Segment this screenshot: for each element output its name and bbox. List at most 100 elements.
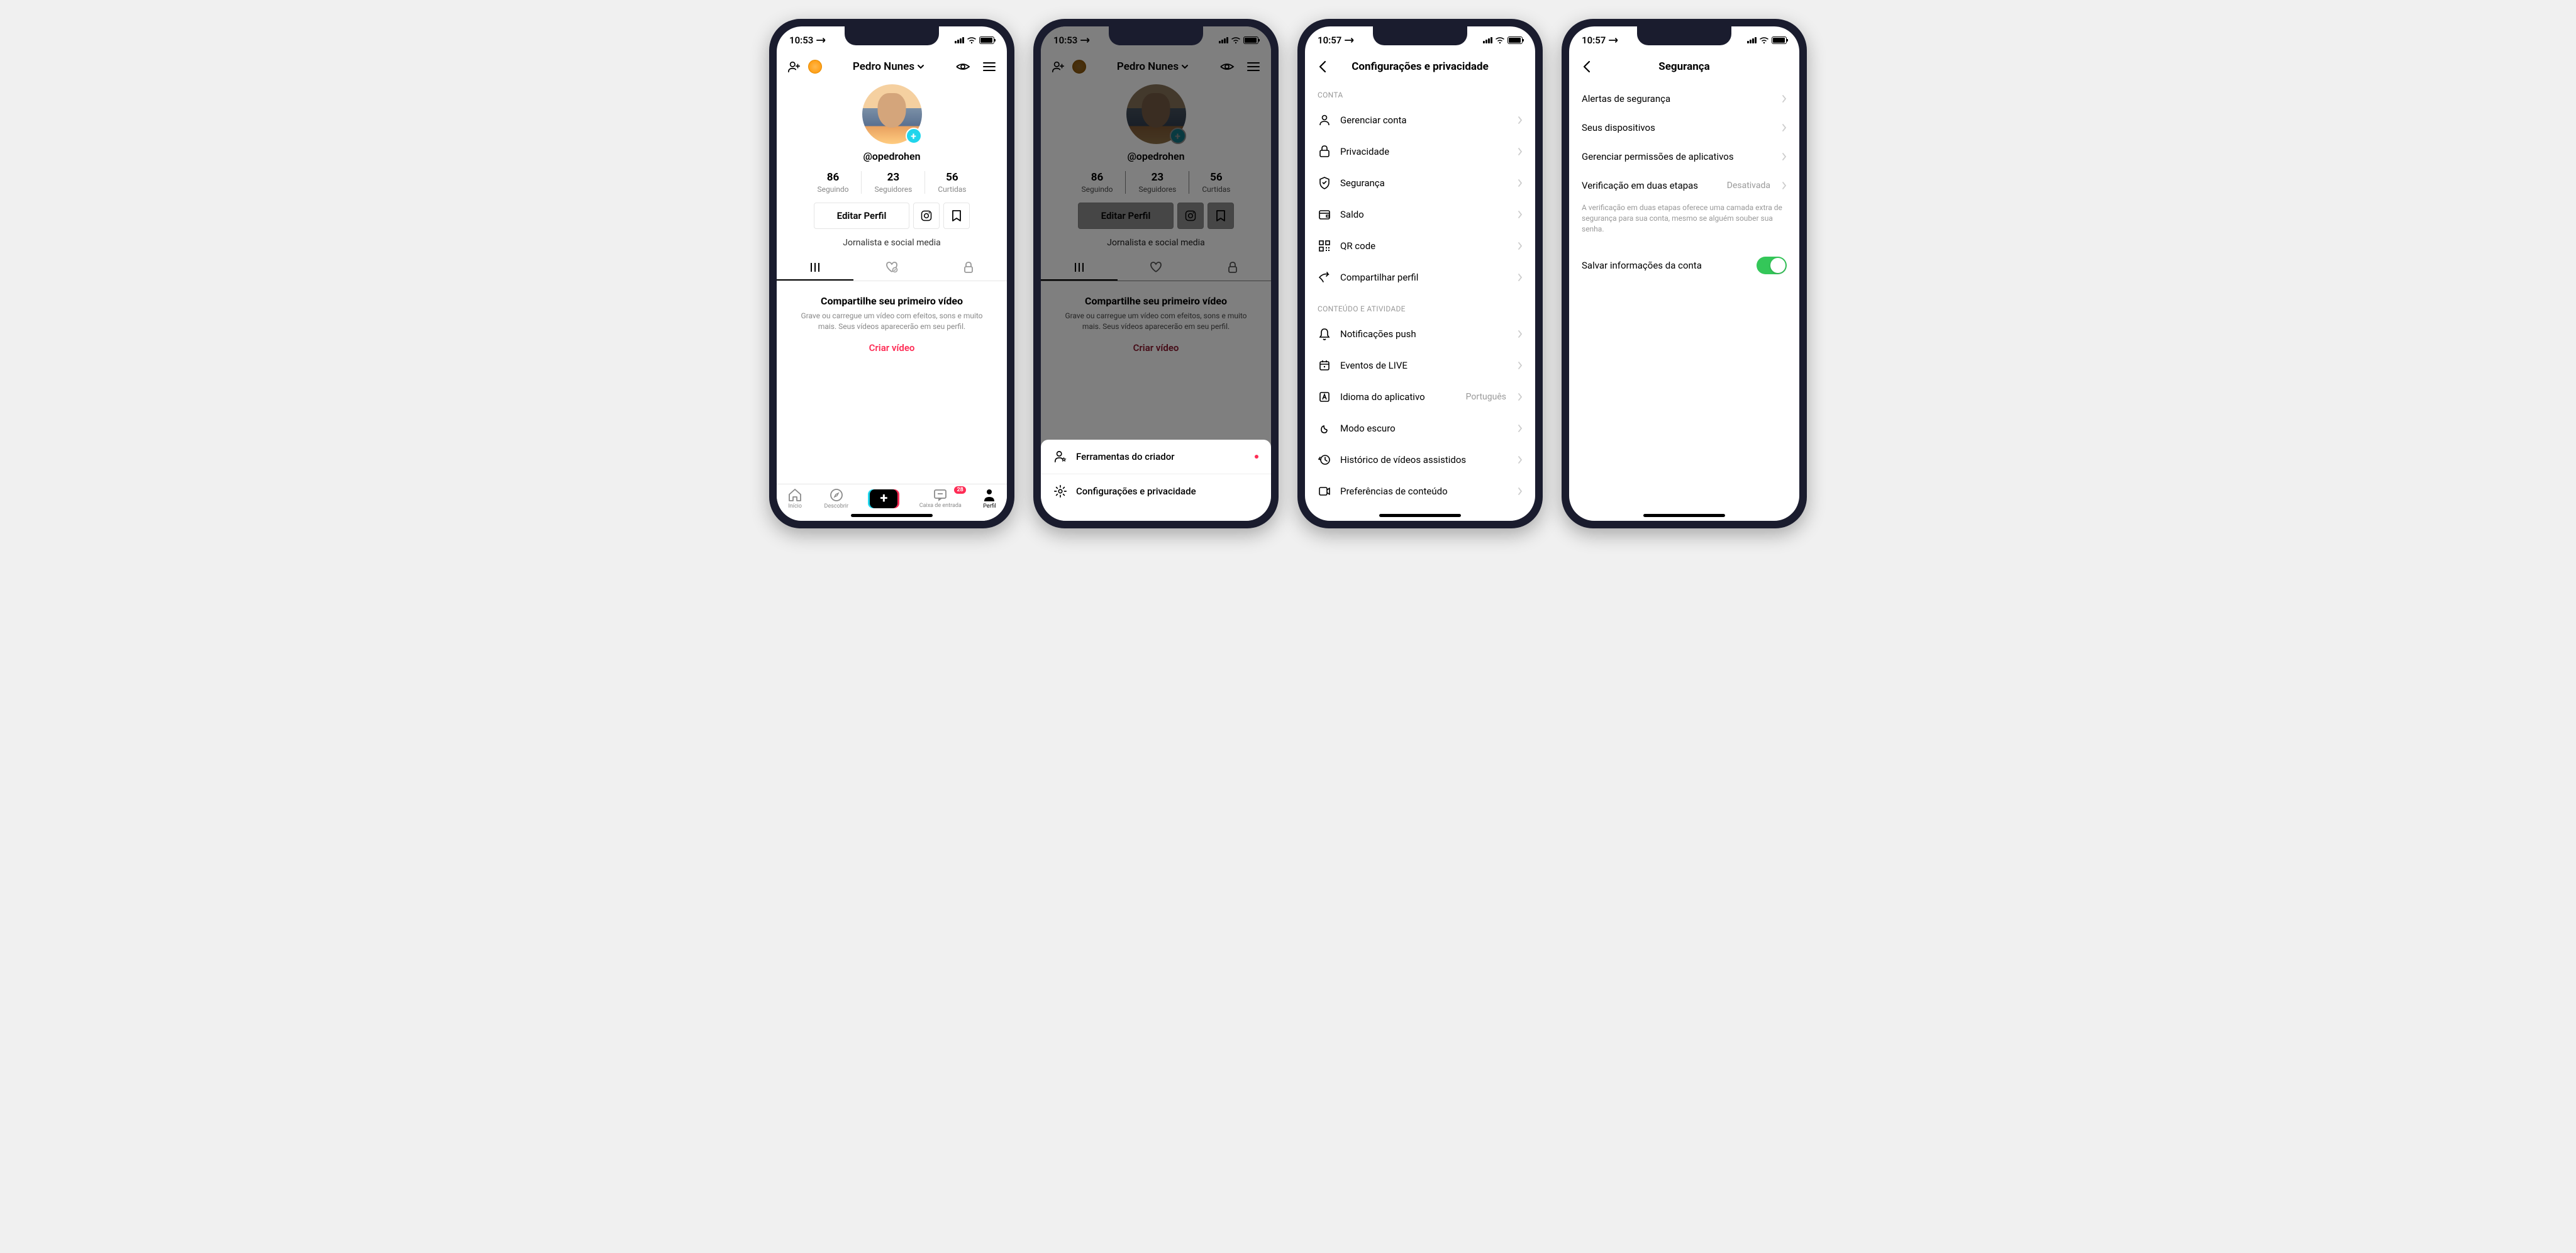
profile-header: Pedro Nunes (777, 54, 1007, 79)
notch (1637, 26, 1731, 45)
gear-icon (1053, 484, 1067, 498)
chevron-right-icon (1518, 273, 1523, 282)
chevron-right-icon (1518, 330, 1523, 338)
settings-list[interactable]: CONTA Gerenciar conta Privacidade Segura… (1305, 79, 1535, 521)
wallet-icon (1318, 208, 1331, 221)
security-list[interactable]: Alertas de segurança Seus dispositivos G… (1569, 79, 1799, 521)
nav-create[interactable]: + (870, 489, 897, 508)
nav-profile[interactable]: Perfil (983, 488, 996, 510)
inbox-badge: 28 (953, 486, 966, 494)
wifi-icon (967, 36, 977, 44)
item-qrcode[interactable]: QR code (1305, 230, 1535, 262)
tab-grid[interactable] (777, 255, 853, 281)
item-live[interactable]: Eventos de LIVE (1305, 350, 1535, 381)
avatar-plus-icon[interactable]: + (906, 128, 922, 144)
chevron-right-icon (1782, 152, 1787, 161)
item-language[interactable]: Idioma do aplicativo Português (1305, 381, 1535, 413)
stats-row: 86Seguindo 23Seguidores 56Curtidas (777, 171, 1007, 194)
item-save-info[interactable]: Salvar informações da conta (1569, 248, 1799, 283)
bookmark-button[interactable] (943, 203, 970, 229)
nav-discover[interactable]: Descobrir (824, 488, 849, 510)
share-icon (1318, 270, 1331, 284)
person-star-icon (1053, 450, 1067, 464)
notch (845, 26, 939, 45)
sheet-creator-tools[interactable]: Ferramentas do criador (1041, 440, 1271, 474)
chevron-right-icon (1782, 94, 1787, 103)
location-icon (1344, 35, 1355, 46)
save-info-toggle[interactable] (1757, 257, 1787, 274)
coin-icon[interactable] (808, 60, 822, 74)
bio-text: Jornalista e social media (777, 238, 1007, 248)
create-button[interactable]: + (870, 489, 897, 508)
item-privacy[interactable]: Privacidade (1305, 136, 1535, 167)
item-push[interactable]: Notificações push (1305, 318, 1535, 350)
status-time: 10:57 (1582, 35, 1606, 46)
edit-profile-button[interactable]: Editar Perfil (814, 203, 910, 229)
eye-icon[interactable] (955, 59, 970, 74)
instagram-button[interactable] (913, 203, 940, 229)
bottom-sheet: Ferramentas do criador Configurações e p… (1041, 440, 1271, 521)
item-manage-account[interactable]: Gerenciar conta (1305, 104, 1535, 136)
item-watch-history[interactable]: Histórico de vídeos assistidos (1305, 444, 1535, 476)
back-button[interactable] (1579, 59, 1594, 74)
item-content-prefs[interactable]: Preferências de conteúdo (1305, 476, 1535, 507)
person-icon (1318, 113, 1331, 127)
sheet-settings[interactable]: Configurações e privacidade (1041, 474, 1271, 508)
stat-likes[interactable]: 56Curtidas (925, 171, 979, 194)
wifi-icon (1495, 36, 1505, 44)
chevron-right-icon (1518, 393, 1523, 401)
signal-icon (1483, 37, 1492, 43)
nav-home[interactable]: Início (787, 488, 802, 510)
status-time: 10:57 (1318, 35, 1341, 46)
notch (1109, 26, 1203, 45)
stat-followers[interactable]: 23Seguidores (862, 171, 925, 194)
two-step-description: A verificação em duas etapas oferece uma… (1569, 200, 1799, 240)
item-two-step[interactable]: Verificação em duas etapas Desativada (1569, 171, 1799, 200)
chevron-right-icon (1518, 147, 1523, 156)
nav-inbox[interactable]: 28 Caixa de entrada (919, 489, 962, 509)
profile-name-dropdown[interactable]: Pedro Nunes (853, 60, 924, 73)
add-friend-button[interactable] (787, 59, 802, 74)
item-security[interactable]: Segurança (1305, 167, 1535, 199)
notification-dot (1255, 455, 1258, 459)
item-app-permissions[interactable]: Gerenciar permissões de aplicativos (1569, 142, 1799, 171)
profile-body: + @opedrohen 86Seguindo 23Seguidores 56C… (777, 79, 1007, 484)
item-share-profile[interactable]: Compartilhar perfil (1305, 262, 1535, 293)
home-indicator[interactable] (1379, 514, 1461, 517)
two-step-value: Desativada (1727, 181, 1770, 191)
username: @opedrohen (777, 150, 1007, 162)
phone-1: 10:53 Pedro Nunes (769, 19, 1014, 528)
chevron-right-icon (1518, 242, 1523, 250)
bell-icon (1318, 327, 1331, 341)
item-security-alerts[interactable]: Alertas de segurança (1569, 84, 1799, 113)
item-dark-mode[interactable]: Modo escuro (1305, 413, 1535, 444)
language-value: Português (1466, 392, 1506, 402)
notch (1373, 26, 1467, 45)
home-indicator[interactable] (851, 514, 933, 517)
chevron-right-icon (1518, 179, 1523, 187)
chevron-right-icon (1518, 487, 1523, 496)
page-title: Segurança (1658, 60, 1709, 73)
page-header: Segurança (1569, 54, 1799, 79)
avatar[interactable]: + (862, 84, 922, 144)
shield-icon (1318, 176, 1331, 190)
create-video-link[interactable]: Criar vídeo (796, 342, 988, 354)
tab-liked[interactable] (853, 255, 930, 281)
history-icon (1318, 453, 1331, 467)
chevron-right-icon (1518, 361, 1523, 370)
chevron-right-icon (1782, 123, 1787, 132)
tab-private[interactable] (930, 255, 1007, 281)
language-icon (1318, 390, 1331, 404)
item-your-devices[interactable]: Seus dispositivos (1569, 113, 1799, 142)
phone-4: 10:57 Segurança Alertas de segurança Seu… (1562, 19, 1807, 528)
item-balance[interactable]: Saldo (1305, 199, 1535, 230)
stat-following[interactable]: 86Seguindo (804, 171, 862, 194)
section-content: CONTEÚDO E ATIVIDADE (1305, 293, 1535, 318)
location-icon (816, 35, 826, 46)
home-indicator[interactable] (1643, 514, 1725, 517)
battery-icon (1507, 36, 1523, 44)
phone-2: 10:53 Pedro Nunes (1033, 19, 1279, 528)
back-button[interactable] (1315, 59, 1330, 74)
signal-icon (955, 37, 964, 43)
menu-button[interactable] (982, 59, 997, 74)
